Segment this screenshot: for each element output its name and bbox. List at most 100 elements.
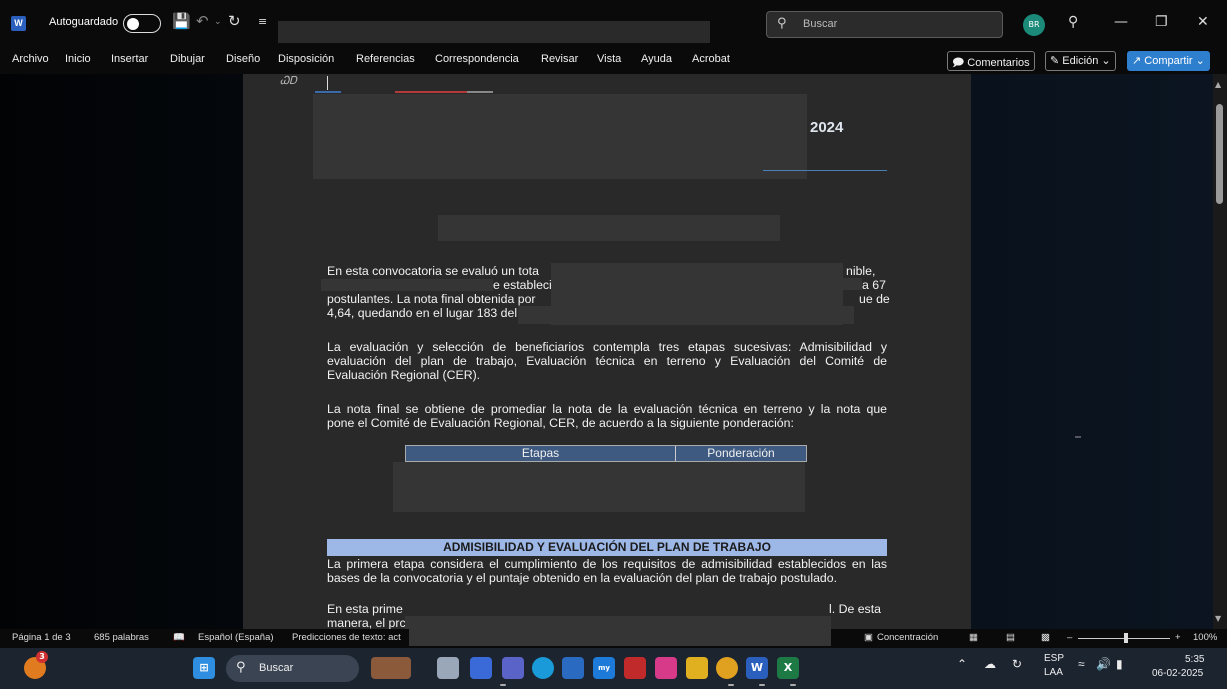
paragraph-selection-stages: La evaluación y selección de beneficiari… — [327, 340, 887, 382]
autosave-label: Autoguardado — [49, 16, 119, 28]
word-count[interactable]: 685 palabras — [94, 632, 149, 643]
redo-icon[interactable]: ↻ — [228, 12, 241, 30]
print-layout-icon[interactable]: ▤ — [1006, 632, 1015, 643]
menu-disposicion[interactable]: Disposición — [278, 53, 334, 65]
taskbar-search[interactable]: ⚲ Buscar — [226, 655, 359, 682]
wifi-icon[interactable]: ≈ — [1078, 657, 1085, 671]
undo-dropdown-icon[interactable]: ⌄ — [214, 17, 222, 27]
word-app-icon: W — [11, 16, 26, 31]
text-line: evaluación del plan de trabajo, Evaluaci… — [327, 354, 887, 368]
undo-icon[interactable]: ↶ — [196, 12, 209, 30]
workspace-marker — [1075, 436, 1081, 438]
edge-icon[interactable] — [532, 657, 554, 679]
customize-toolbar-icon[interactable]: ≡ — [258, 15, 267, 28]
zoom-level[interactable]: 100% — [1193, 632, 1217, 643]
mylife-app-icon[interactable]: my — [593, 657, 615, 679]
editing-button[interactable]: ✎ Edición ⌄ — [1045, 51, 1116, 71]
menu-insertar[interactable]: Insertar — [111, 53, 148, 65]
text-line: La nota final se obtiene de promediar la… — [327, 402, 887, 416]
section-heading-admisibilidad: ADMISIBILIDAD Y EVALUACIÓN DEL PLAN DE T… — [327, 539, 887, 556]
instagram-icon[interactable] — [655, 657, 677, 679]
comments-button[interactable]: 🗩 Comentarios — [947, 51, 1035, 71]
ribbon-menu: Archivo Inicio Insertar Dibujar Diseño D… — [0, 48, 1227, 74]
clock-date[interactable]: 06-02-2025 — [1152, 668, 1203, 679]
input-language-top[interactable]: ESP — [1044, 653, 1064, 664]
menu-revisar[interactable]: Revisar — [541, 53, 578, 65]
restore-icon[interactable]: ❐ — [1155, 14, 1168, 30]
minimize-icon[interactable]: — — [1114, 14, 1128, 30]
paragraph-final-score: La nota final se obtiene de promediar la… — [327, 402, 887, 430]
user-avatar[interactable]: BR — [1023, 14, 1045, 36]
file-explorer-icon[interactable] — [686, 657, 708, 679]
share-button[interactable]: ↗ Compartir ⌄ — [1127, 51, 1210, 71]
chrome-icon[interactable] — [716, 657, 738, 679]
copilot-icon[interactable] — [470, 657, 492, 679]
text-line: 4,64, quedando en el lugar 183 del ran — [327, 306, 539, 320]
volume-icon[interactable]: 🔊 — [1096, 657, 1111, 671]
menu-inicio[interactable]: Inicio — [65, 53, 91, 65]
word-taskbar-icon[interactable]: W — [746, 657, 768, 679]
vertical-scrollbar[interactable]: ▲ ▼ — [1213, 74, 1227, 629]
scrollbar-thumb[interactable] — [1216, 104, 1223, 204]
zoom-out-icon[interactable]: – — [1067, 632, 1072, 643]
focus-icon[interactable]: ▣ — [864, 632, 873, 643]
menu-correspondencia[interactable]: Correspondencia — [435, 53, 519, 65]
running-indicator — [759, 684, 765, 686]
scroll-up-icon[interactable]: ▲ — [1215, 80, 1221, 89]
pencil-icon: ✎ — [1050, 55, 1060, 67]
tray-chevron-icon[interactable]: ⌃ — [957, 657, 967, 671]
save-icon[interactable]: 💾 — [172, 12, 191, 30]
search-input[interactable]: ⚲ Buscar — [766, 11, 1003, 38]
running-indicator — [728, 684, 734, 686]
battery-icon[interactable]: ▮ — [1116, 657, 1123, 671]
menu-vista[interactable]: Vista — [597, 53, 621, 65]
text-line: bases de la convocatoria y el puntaje ob… — [327, 571, 838, 585]
share-label: Compartir — [1144, 55, 1193, 67]
web-layout-icon[interactable]: ▩ — [1041, 632, 1050, 643]
text-line: ue de — [859, 292, 890, 306]
onedrive-icon[interactable]: ☁ — [984, 657, 996, 671]
document-page[interactable]: ᏇᎠ 2024 En esta convocatoria se evaluó u… — [243, 74, 971, 629]
store-icon[interactable] — [562, 657, 584, 679]
focus-mode-button[interactable]: Concentración — [877, 632, 938, 643]
toggle-knob — [127, 17, 139, 30]
close-icon[interactable]: ✕ — [1197, 14, 1209, 30]
read-mode-icon[interactable]: ▦ — [969, 632, 978, 643]
menu-dibujar[interactable]: Dibujar — [170, 53, 205, 65]
title-bar: W Autoguardado 💾 ↶ ⌄ ↻ ≡ ⚲ Buscar BR ⚲ —… — [0, 0, 1227, 48]
zoom-in-icon[interactable]: + — [1175, 632, 1181, 643]
running-indicator — [500, 684, 506, 686]
start-icon[interactable]: ⊞ — [193, 657, 215, 679]
windows-taskbar: 3 ⊞ ⚲ Buscar my W X ⌃ ☁ ↻ ESP LAA ≈ 🔊 ▮ … — [0, 648, 1227, 689]
taskbar-widget-image-icon[interactable] — [371, 657, 411, 679]
autosave-toggle[interactable] — [123, 14, 161, 33]
menu-acrobat[interactable]: Acrobat — [692, 53, 730, 65]
table-body-redacted — [393, 462, 805, 512]
header-rule — [763, 170, 887, 171]
language-indicator[interactable]: Español (España) — [198, 632, 274, 643]
proofing-icon[interactable]: 📖 — [173, 632, 185, 643]
lightbulb-icon[interactable]: ⚲ — [1068, 14, 1078, 30]
text-line: manera, el prc — [327, 616, 406, 629]
teams-icon[interactable] — [502, 657, 524, 679]
network-tray-icon[interactable]: ↻ — [1012, 657, 1022, 671]
running-indicator — [790, 684, 796, 686]
mcafee-icon[interactable] — [624, 657, 646, 679]
menu-ayuda[interactable]: Ayuda — [641, 53, 672, 65]
zoom-slider-thumb[interactable] — [1124, 633, 1128, 643]
menu-diseno[interactable]: Diseño — [226, 53, 260, 65]
text-predictions[interactable]: Predicciones de texto: act — [292, 632, 401, 643]
comments-label: Comentarios — [967, 57, 1030, 69]
task-view-icon[interactable] — [437, 657, 459, 679]
menu-referencias[interactable]: Referencias — [356, 53, 415, 65]
input-language-bottom[interactable]: LAA — [1044, 667, 1063, 678]
widgets-icon[interactable]: 3 — [24, 651, 48, 679]
scroll-down-icon[interactable]: ▼ — [1215, 614, 1221, 623]
text-line: l. De esta — [829, 602, 881, 616]
report-year: 2024 — [810, 119, 844, 136]
excel-taskbar-icon[interactable]: X — [777, 657, 799, 679]
menu-archivo[interactable]: Archivo — [12, 53, 49, 65]
clock-time[interactable]: 5:35 — [1185, 654, 1204, 665]
page-count[interactable]: Página 1 de 3 — [12, 632, 71, 643]
redacted-block — [518, 306, 854, 324]
